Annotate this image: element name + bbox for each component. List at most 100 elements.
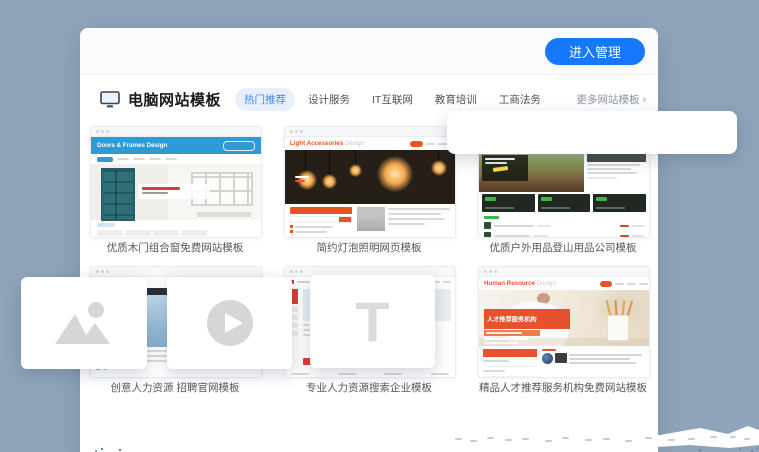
- text-line: [596, 207, 625, 209]
- mock-hero-tag: [295, 176, 309, 182]
- image-placeholder-card[interactable]: [21, 277, 147, 369]
- mock-scribble: [493, 166, 508, 172]
- template-caption[interactable]: 创意人力资源 招聘官网模板: [90, 380, 260, 395]
- template-card-doors[interactable]: Doors & Frames Design: [90, 126, 262, 238]
- mock-orange-substrip: [484, 330, 540, 336]
- text-line: [431, 373, 449, 375]
- tab-business-legal[interactable]: 工商法务: [490, 88, 550, 111]
- mock-thumbs-row: [479, 192, 649, 214]
- window-dot: [106, 130, 109, 133]
- mock-product-list: [479, 214, 649, 238]
- mock-product-icon: [484, 232, 491, 238]
- mock-orange-banner: 人才推荐服务机构: [484, 309, 570, 329]
- panel-header: 进入管理: [80, 28, 658, 75]
- window-dot: [101, 270, 104, 273]
- text-line: [142, 192, 168, 194]
- window-dot: [96, 270, 99, 273]
- text-line: [295, 226, 333, 228]
- mock-brand: Human Resource: [484, 280, 535, 287]
- text-line: [484, 338, 528, 340]
- window-dot: [300, 270, 303, 273]
- text-line: [142, 187, 180, 190]
- mock-canyon-photo: [479, 148, 584, 192]
- text-line: [133, 158, 145, 160]
- mock-orange-label: [542, 349, 556, 351]
- template-card-lighting[interactable]: Light Accessories Design: [284, 126, 456, 238]
- page-title: 电脑网站模板: [128, 89, 221, 110]
- bullet: [290, 230, 293, 233]
- mock-side-column: [584, 148, 649, 192]
- enter-management-button[interactable]: 进入管理: [545, 38, 645, 65]
- text-line: [483, 360, 509, 362]
- window-dot: [489, 270, 492, 273]
- mock-door: [101, 168, 135, 221]
- mock-phone-badge: [223, 141, 255, 151]
- mock-search-button: [339, 217, 351, 222]
- mock-text-block: [388, 207, 450, 235]
- mock-nav-active: [600, 281, 612, 287]
- mock-list-row: [484, 232, 644, 238]
- mock-hero-doors: [91, 165, 261, 220]
- video-placeholder-card[interactable]: [167, 277, 292, 369]
- text-placeholder-card[interactable]: T: [310, 275, 435, 368]
- more-templates-link[interactable]: 更多网站模板 ›: [577, 92, 647, 107]
- text-line: [632, 235, 644, 237]
- mock-hero-office: 人才推荐服务机构: [479, 290, 649, 346]
- text-line: [639, 283, 648, 285]
- tab-education-training[interactable]: 教育培训: [426, 88, 486, 111]
- template-caption[interactable]: 精品人才推荐服务机构免费网站模板: [478, 380, 648, 395]
- text-line: [587, 177, 616, 179]
- mock-thumb: [125, 230, 151, 236]
- mock-nav-active: [410, 141, 423, 147]
- template-card-human-resource[interactable]: Human Resource Design: [478, 266, 650, 378]
- mock-news-column: [542, 349, 645, 375]
- browser-chrome: [479, 267, 649, 277]
- monitor-icon: [100, 91, 120, 108]
- text-line: [569, 358, 630, 360]
- chevron-right-icon: ›: [643, 93, 647, 105]
- template-caption[interactable]: 简约灯泡照明网页模板: [284, 240, 454, 255]
- text-line: [295, 176, 309, 178]
- mock-thumb-row: [97, 230, 255, 236]
- browser-chrome: [91, 267, 261, 277]
- text-line: [485, 207, 514, 209]
- text-line: [632, 225, 644, 227]
- text-line: [338, 373, 356, 375]
- mock-site-header: Light Accessories Design: [285, 137, 455, 150]
- mock-site-title: Human Resource Design: [484, 280, 556, 287]
- tab-it-internet[interactable]: IT互联网: [363, 88, 422, 111]
- template-caption[interactable]: 优质木门组合窗免费网站模板: [90, 240, 260, 255]
- window-dot: [290, 270, 293, 273]
- window-dot: [96, 130, 99, 133]
- mock-dark-thumb: [593, 194, 646, 212]
- window-dot: [300, 130, 303, 133]
- more-templates-label: 更多网站模板: [577, 92, 640, 107]
- mock-thumb: [357, 207, 385, 231]
- screenshot-root: 进入管理 电脑网站模板 热门推荐 设计服务 IT互联网 教育培训 工商法务 更多…: [0, 0, 759, 452]
- tab-design-service[interactable]: 设计服务: [299, 88, 359, 111]
- text-line: [388, 213, 441, 215]
- text-line: [569, 362, 636, 364]
- text-line: [485, 158, 515, 160]
- mock-footer: [91, 220, 261, 238]
- template-caption[interactable]: 优质户外用品登山用品公司模板: [478, 240, 648, 255]
- mock-green-label: [484, 216, 499, 219]
- image-icon: [52, 299, 116, 347]
- mock-footer: [285, 204, 455, 238]
- mock-footer: [479, 346, 649, 378]
- text-line: [165, 158, 177, 160]
- mock-nav: [91, 154, 261, 165]
- text-line: [494, 235, 530, 237]
- mock-search: [290, 216, 352, 223]
- mock-list-row: [290, 230, 352, 233]
- mock-hero-tag: [482, 155, 528, 181]
- mock-block: [290, 207, 352, 214]
- mock-dark-thumb: [482, 194, 535, 212]
- mock-dark-thumb: [538, 194, 591, 212]
- tab-hot-recommend[interactable]: 热门推荐: [235, 88, 295, 111]
- template-caption[interactable]: 专业人力资源搜索企业模板: [284, 380, 454, 395]
- bullet: [290, 225, 293, 228]
- text-line: [149, 158, 161, 160]
- mock-product-icon: [484, 222, 491, 229]
- mock-hero-tag: [138, 184, 210, 199]
